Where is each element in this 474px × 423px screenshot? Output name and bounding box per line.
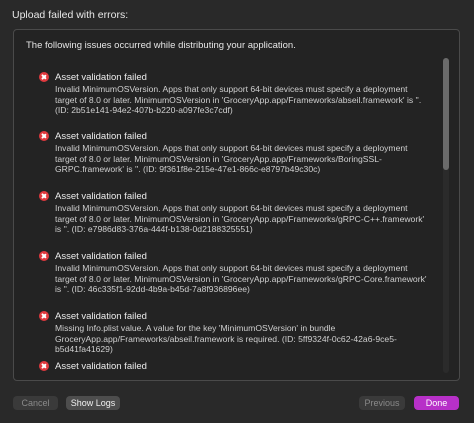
issues-panel: The following issues occurred while dist… [13, 29, 460, 381]
cancel-button[interactable]: Cancel [13, 396, 58, 410]
issues-list[interactable]: Asset validation failed Invalid MinimumO… [14, 30, 434, 380]
show-logs-button[interactable]: Show Logs [66, 396, 120, 410]
issue-item: Asset validation failed Invalid MinimumO… [39, 250, 429, 295]
issue-detail: Missing Info.plist value. A value for th… [55, 323, 397, 355]
error-icon [39, 191, 49, 201]
issue-title: Asset validation failed [55, 360, 147, 372]
issue-item: Asset validation failed Invalid MinimumO… [39, 71, 429, 116]
scrollbar-thumb[interactable] [443, 58, 449, 170]
issue-title: Asset validation failed [55, 130, 147, 142]
issue-title: Asset validation failed [55, 71, 147, 83]
issue-title: Asset validation failed [55, 250, 147, 262]
done-button[interactable]: Done [414, 396, 459, 410]
vertical-scrollbar[interactable] [443, 58, 449, 373]
issue-detail: Invalid MinimumOSVersion. Apps that only… [55, 84, 422, 116]
issue-item: Asset validation failed Invalid MinimumO… [39, 190, 429, 235]
issue-item: Asset validation failed Invalid MinimumO… [39, 130, 429, 175]
issue-item: Asset validation failed [39, 360, 429, 373]
dialog-title: Upload failed with errors: [12, 9, 129, 21]
error-icon [39, 131, 49, 141]
error-icon [39, 311, 49, 321]
error-icon [39, 72, 49, 82]
issue-item: Asset validation failed Missing Info.pli… [39, 310, 429, 355]
issue-detail: Invalid MinimumOSVersion. Apps that only… [55, 203, 425, 235]
issue-detail: Invalid MinimumOSVersion. Apps that only… [55, 263, 427, 295]
issue-detail: Invalid MinimumOSVersion. Apps that only… [55, 143, 408, 175]
issue-title: Asset validation failed [55, 190, 147, 202]
previous-button[interactable]: Previous [359, 396, 405, 410]
issue-title: Asset validation failed [55, 310, 147, 322]
error-icon [39, 361, 49, 371]
error-icon [39, 251, 49, 261]
